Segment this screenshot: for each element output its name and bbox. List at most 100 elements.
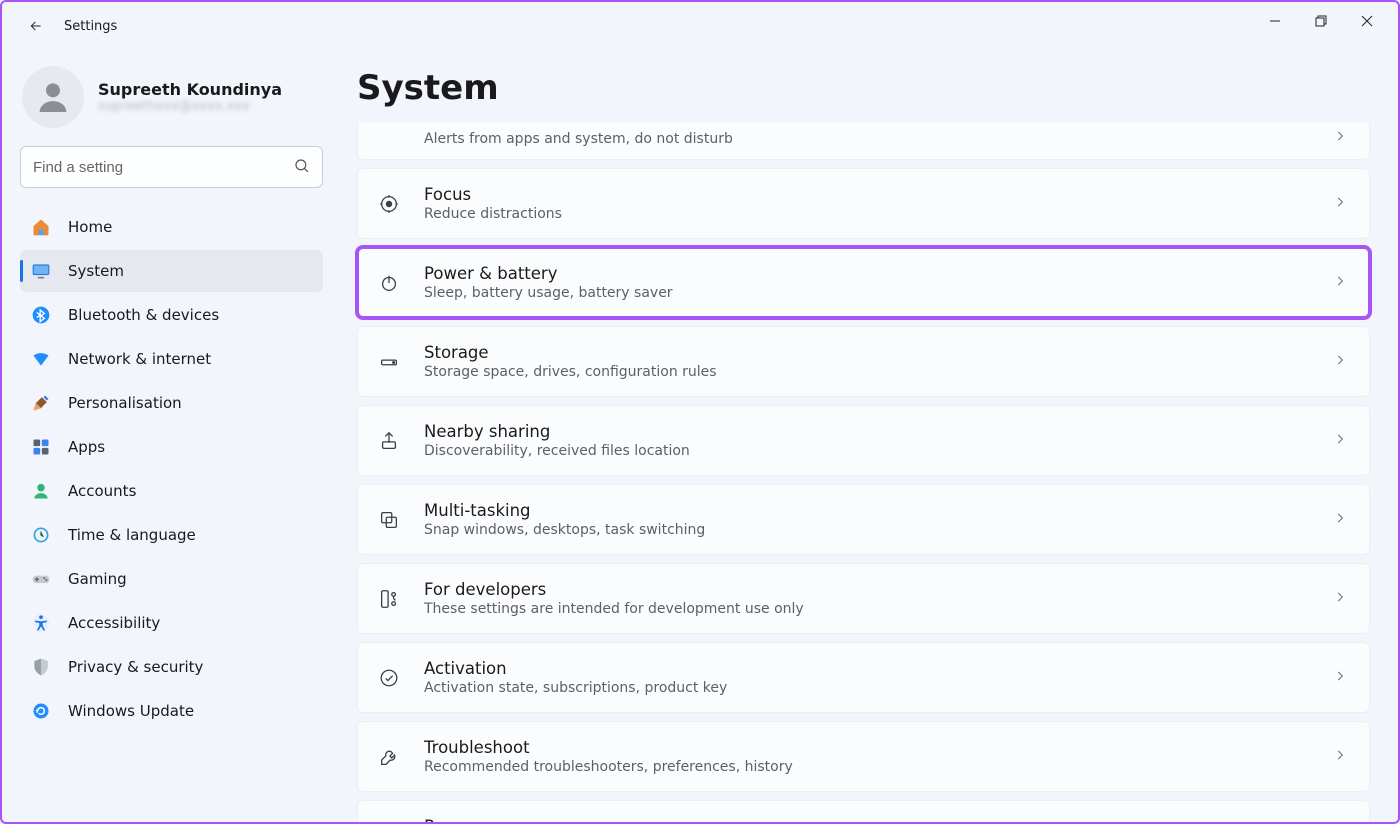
- sidebar-item-label: Apps: [68, 438, 105, 456]
- sidebar-item-bluetooth[interactable]: Bluetooth & devices: [20, 294, 323, 336]
- titlebar: Settings: [2, 2, 1398, 50]
- accessibility-icon: [30, 613, 52, 633]
- card-title: Nearby sharing: [424, 422, 1311, 441]
- dev-icon: [376, 588, 402, 610]
- wrench-icon: [376, 746, 402, 768]
- accounts-icon: [30, 481, 52, 501]
- card-title: Storage: [424, 343, 1311, 362]
- profile-block[interactable]: Supreeth Koundinya supreethxxx@xxxx.xxx: [20, 66, 323, 128]
- card-title: Recovery: [424, 817, 1311, 822]
- chevron-right-icon: [1333, 194, 1347, 213]
- card-subtitle: Recommended troubleshooters, preferences…: [424, 759, 1311, 775]
- window-controls: [1252, 6, 1390, 36]
- setting-card-dev[interactable]: For developers These settings are intende…: [357, 563, 1370, 634]
- search-input[interactable]: [20, 146, 323, 188]
- sidebar-item-label: Accounts: [68, 482, 136, 500]
- update-icon: [30, 701, 52, 721]
- sidebar-item-apps[interactable]: Apps: [20, 426, 323, 468]
- sidebar-item-label: Accessibility: [68, 614, 160, 632]
- profile-name: Supreeth Koundinya: [98, 80, 282, 99]
- avatar: [22, 66, 84, 128]
- card-subtitle: Sleep, battery usage, battery saver: [424, 285, 1311, 301]
- network-icon: [30, 349, 52, 369]
- sidebar-item-accounts[interactable]: Accounts: [20, 470, 323, 512]
- close-button[interactable]: [1344, 6, 1390, 36]
- card-title: Troubleshoot: [424, 738, 1311, 757]
- chevron-right-icon: [1333, 589, 1347, 608]
- chevron-right-icon: [1333, 128, 1347, 147]
- card-title: For developers: [424, 580, 1311, 599]
- chevron-right-icon: [1333, 431, 1347, 450]
- power-icon: [376, 272, 402, 294]
- card-subtitle: Snap windows, desktops, task switching: [424, 522, 1311, 538]
- setting-card-nearby[interactable]: Nearby sharing Discoverability, received …: [357, 405, 1370, 476]
- card-subtitle: Reduce distractions: [424, 206, 1311, 222]
- card-subtitle: Discoverability, received files location: [424, 443, 1311, 459]
- setting-card-notifications[interactable]: Alerts from apps and system, do not dist…: [357, 122, 1370, 160]
- page-title: System: [357, 68, 1370, 108]
- storage-icon: [376, 351, 402, 373]
- card-subtitle: Activation state, subscriptions, product…: [424, 680, 1311, 696]
- back-button[interactable]: [18, 8, 54, 44]
- main: System Alerts from apps and system, do n…: [337, 50, 1398, 822]
- chevron-right-icon: [1333, 273, 1347, 292]
- search-icon: [293, 157, 311, 179]
- sidebar-item-home[interactable]: Home: [20, 206, 323, 248]
- card-title: Focus: [424, 185, 1311, 204]
- window-title: Settings: [64, 19, 117, 34]
- gaming-icon: [30, 569, 52, 589]
- focus-icon: [376, 193, 402, 215]
- sidebar-item-label: Personalisation: [68, 394, 182, 412]
- sidebar-item-privacy[interactable]: Privacy & security: [20, 646, 323, 688]
- setting-card-activation[interactable]: Activation Activation state, subscription…: [357, 642, 1370, 713]
- check-icon: [376, 667, 402, 689]
- minimize-button[interactable]: [1252, 6, 1298, 36]
- card-subtitle: Alerts from apps and system, do not dist…: [424, 131, 1311, 147]
- system-icon: [30, 261, 52, 281]
- card-title: Power & battery: [424, 264, 1311, 283]
- sidebar-item-label: System: [68, 262, 124, 280]
- sidebar-item-personal[interactable]: Personalisation: [20, 382, 323, 424]
- multitask-icon: [376, 509, 402, 531]
- profile-email: supreethxxx@xxxx.xxx: [98, 99, 282, 114]
- setting-card-power[interactable]: Power & battery Sleep, battery usage, bat…: [357, 247, 1370, 318]
- apps-icon: [30, 437, 52, 457]
- maximize-button[interactable]: [1298, 6, 1344, 36]
- sidebar-item-label: Home: [68, 218, 112, 236]
- sidebar-item-accessibility[interactable]: Accessibility: [20, 602, 323, 644]
- setting-card-multitask[interactable]: Multi-tasking Snap windows, desktops, tas…: [357, 484, 1370, 555]
- sidebar-item-time[interactable]: Time & language: [20, 514, 323, 556]
- time-icon: [30, 525, 52, 545]
- sidebar-item-label: Gaming: [68, 570, 127, 588]
- chevron-right-icon: [1333, 747, 1347, 766]
- settings-list: Alerts from apps and system, do not dist…: [357, 122, 1370, 822]
- chevron-right-icon: [1333, 668, 1347, 687]
- share-icon: [376, 430, 402, 452]
- card-subtitle: These settings are intended for developm…: [424, 601, 1311, 617]
- sidebar-item-label: Privacy & security: [68, 658, 203, 676]
- sidebar-item-gaming[interactable]: Gaming: [20, 558, 323, 600]
- bluetooth-icon: [30, 305, 52, 325]
- chevron-right-icon: [1333, 352, 1347, 371]
- sidebar-item-label: Bluetooth & devices: [68, 306, 219, 324]
- personal-icon: [30, 393, 52, 413]
- sidebar-item-network[interactable]: Network & internet: [20, 338, 323, 380]
- setting-card-troubleshoot[interactable]: Troubleshoot Recommended troubleshooters,…: [357, 721, 1370, 792]
- card-title: Multi-tasking: [424, 501, 1311, 520]
- sidebar: Supreeth Koundinya supreethxxx@xxxx.xxx …: [2, 50, 337, 822]
- sidebar-item-label: Windows Update: [68, 702, 194, 720]
- card-subtitle: Storage space, drives, configuration rul…: [424, 364, 1311, 380]
- setting-card-focus[interactable]: Focus Reduce distractions: [357, 168, 1370, 239]
- card-title: Activation: [424, 659, 1311, 678]
- sidebar-item-update[interactable]: Windows Update: [20, 690, 323, 732]
- home-icon: [30, 217, 52, 237]
- sidebar-item-system[interactable]: System: [20, 250, 323, 292]
- nav: Home System Bluetooth & devices Network & i…: [20, 206, 323, 732]
- setting-card-recovery[interactable]: RecoveryReset, advanced start-up, go bac…: [357, 800, 1370, 822]
- setting-card-storage[interactable]: Storage Storage space, drives, configurat…: [357, 326, 1370, 397]
- sidebar-item-label: Network & internet: [68, 350, 211, 368]
- chevron-right-icon: [1333, 510, 1347, 529]
- search-wrap: [20, 146, 323, 188]
- sidebar-item-label: Time & language: [68, 526, 196, 544]
- privacy-icon: [30, 657, 52, 677]
